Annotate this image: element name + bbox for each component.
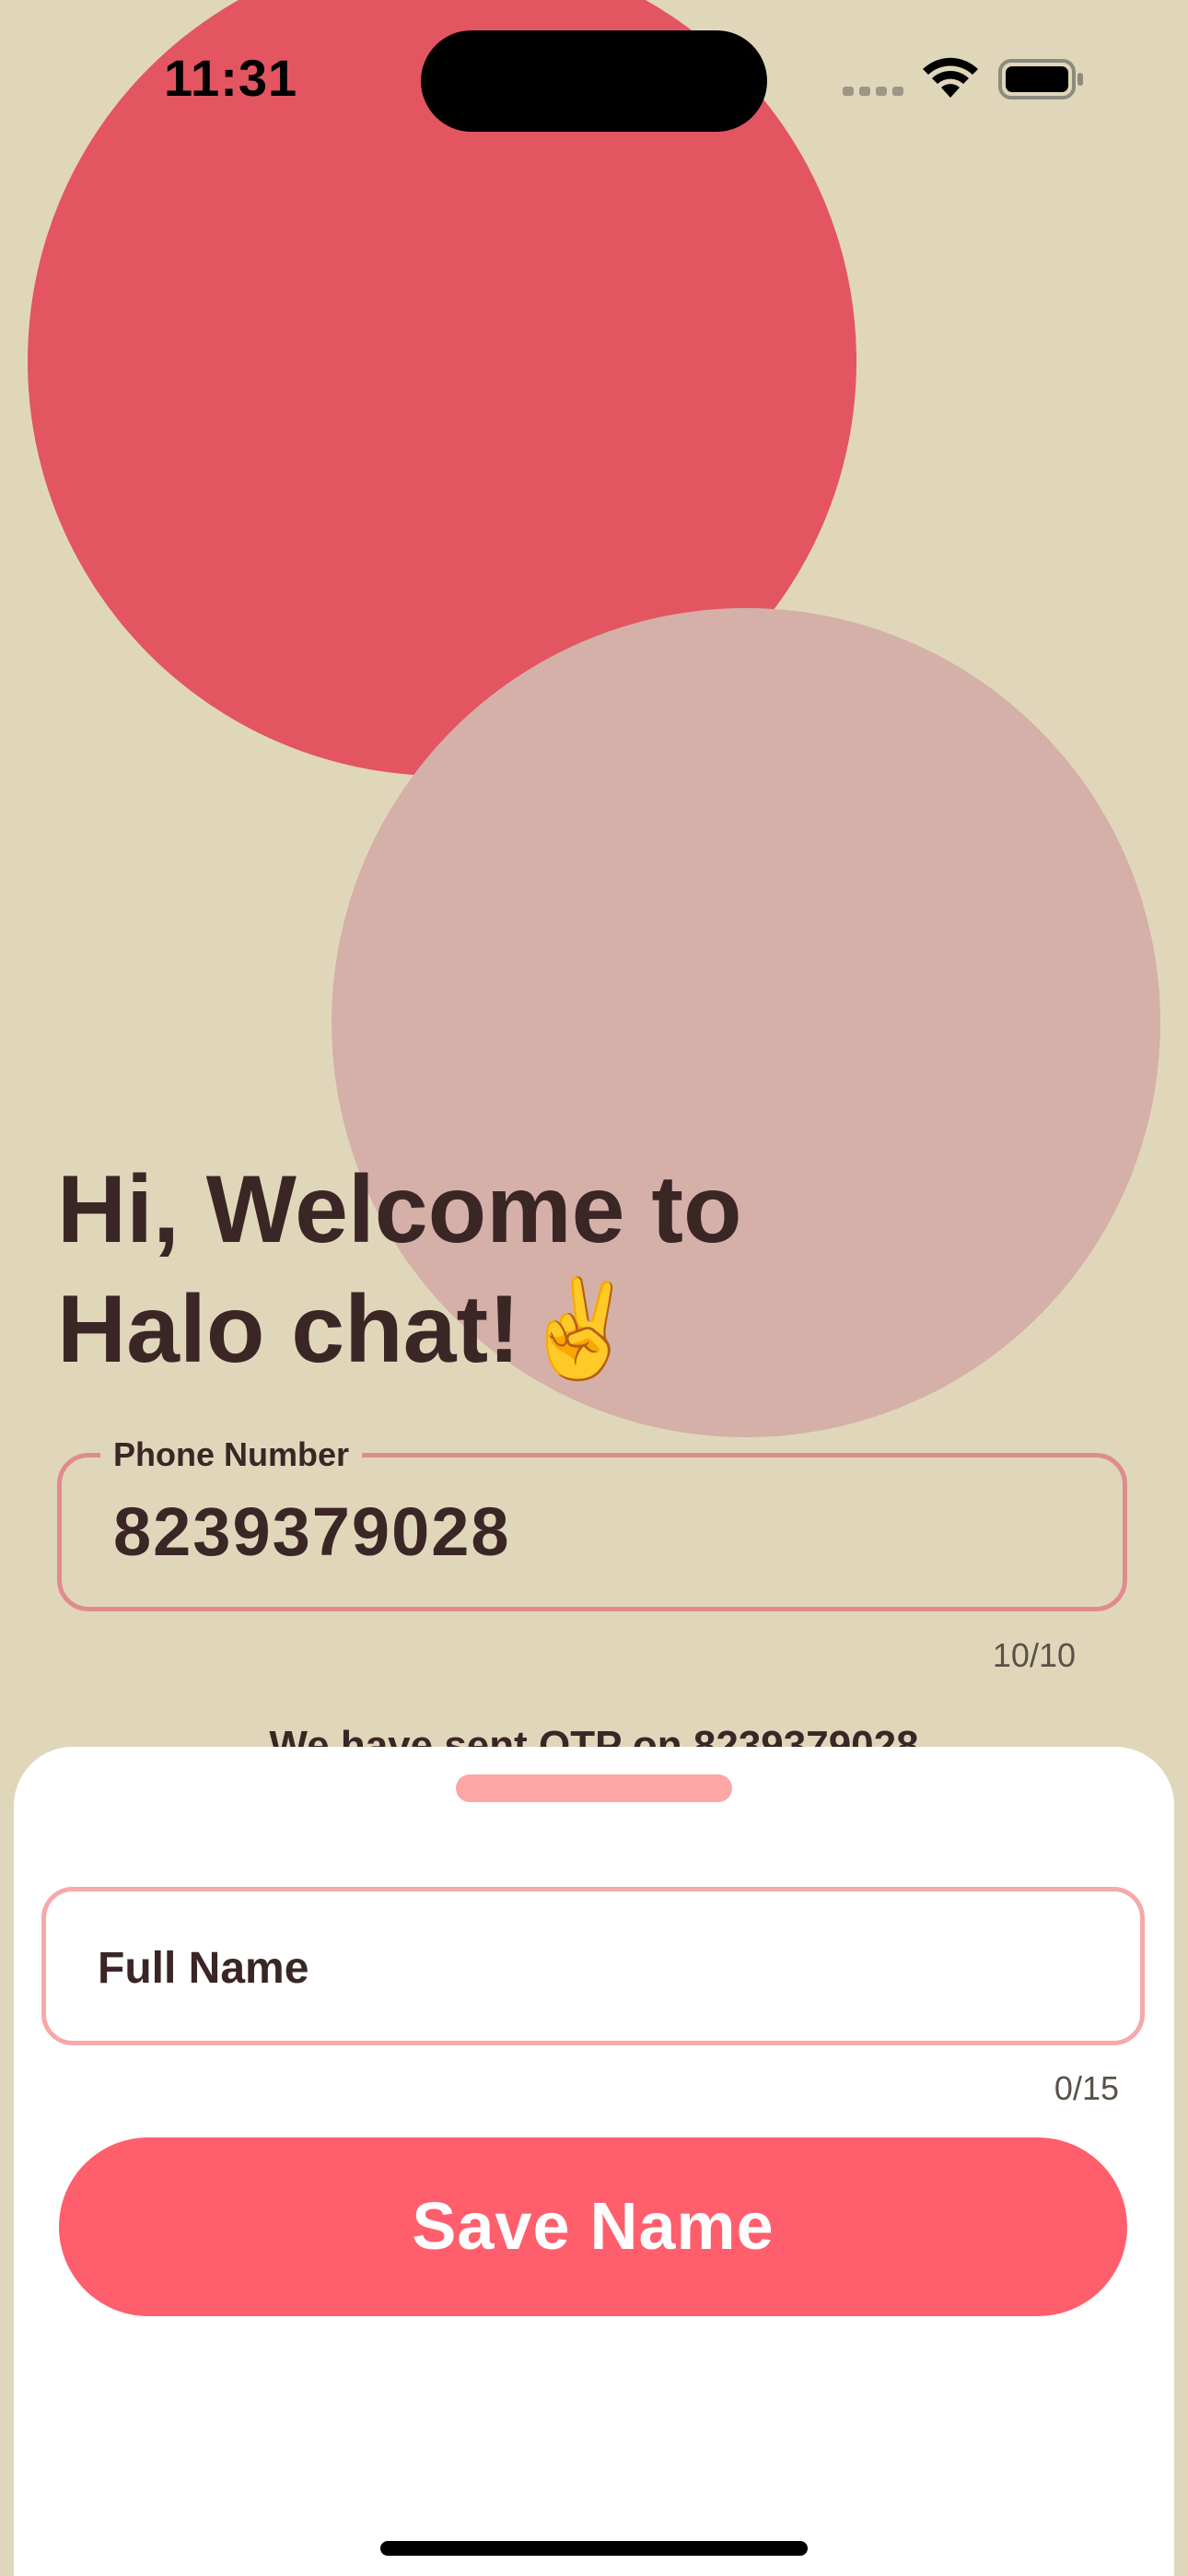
app-screen: 11:31 Hi, Welcome to Halo chat!✌️ Phone … bbox=[0, 0, 1188, 2576]
wifi-icon bbox=[923, 57, 978, 98]
phone-number-label: Phone Number bbox=[100, 1435, 363, 1474]
save-name-button[interactable]: Save Name bbox=[59, 2137, 1127, 2316]
sheet-drag-handle[interactable] bbox=[456, 1774, 732, 1802]
welcome-heading: Hi, Welcome to Halo chat!✌️ bbox=[57, 1150, 1070, 1389]
name-bottom-sheet: Full Name 0/15 Save Name bbox=[14, 1747, 1174, 2576]
full-name-placeholder: Full Name bbox=[98, 1944, 309, 1993]
cellular-signal-inactive-icon bbox=[843, 87, 903, 96]
welcome-line-2: Halo chat!✌️ bbox=[57, 1276, 640, 1383]
home-indicator[interactable] bbox=[380, 2541, 808, 2556]
welcome-line-1: Hi, Welcome to bbox=[57, 1156, 742, 1263]
dynamic-island bbox=[421, 30, 767, 132]
battery-full-icon bbox=[998, 59, 1083, 100]
phone-number-value[interactable]: 8239379028 bbox=[113, 1493, 511, 1571]
phone-number-field[interactable]: Phone Number 8239379028 bbox=[57, 1435, 1127, 1611]
phone-character-counter: 10/10 bbox=[992, 1636, 1076, 1674]
name-character-counter: 0/15 bbox=[1054, 2069, 1119, 2107]
full-name-input[interactable]: Full Name bbox=[41, 1887, 1145, 2045]
status-time: 11:31 bbox=[164, 49, 298, 107]
